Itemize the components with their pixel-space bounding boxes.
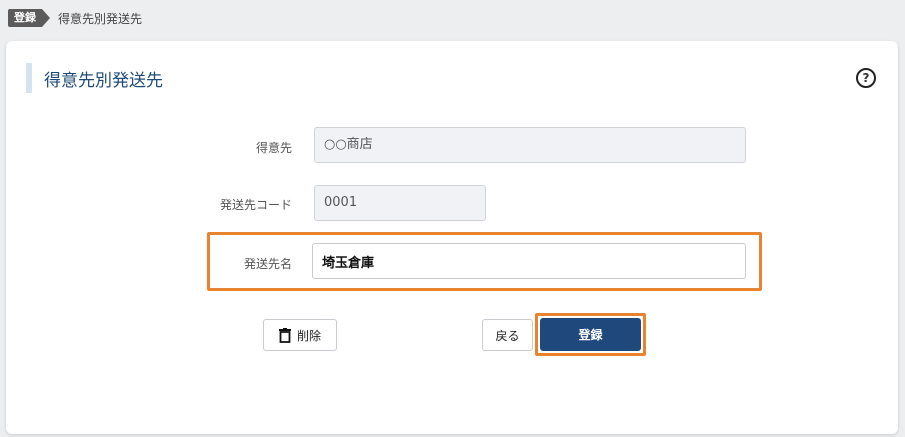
breadcrumb-tag[interactable]: 登録 bbox=[8, 9, 50, 27]
ship-code-field: 0001 bbox=[314, 185, 486, 221]
customer-field: ○○商店 bbox=[314, 127, 746, 163]
ship-name-label: 発送先名 bbox=[243, 257, 292, 271]
help-icon[interactable]: ? bbox=[856, 68, 876, 88]
page-title: 得意先別発送先 bbox=[44, 70, 163, 91]
ship-code-label: 発送先コード bbox=[219, 198, 292, 212]
register-button[interactable]: 登録 bbox=[540, 318, 641, 351]
customer-label: 得意先 bbox=[255, 141, 292, 155]
ship-name-input[interactable] bbox=[312, 243, 746, 279]
breadcrumb-current: 得意先別発送先 bbox=[58, 11, 143, 26]
breadcrumb: 登録 得意先別発送先 bbox=[8, 8, 142, 28]
title-bar: 得意先別発送先 bbox=[26, 63, 163, 93]
delete-button-label: 削除 bbox=[296, 328, 321, 343]
delete-button[interactable]: 削除 bbox=[263, 319, 337, 351]
back-button[interactable]: 戻る bbox=[482, 319, 533, 351]
main-card: 得意先別発送先 ? 得意先 ○○商店 発送先コード 0001 発送先名 削除 戻… bbox=[6, 41, 898, 434]
trash-icon bbox=[278, 327, 291, 343]
